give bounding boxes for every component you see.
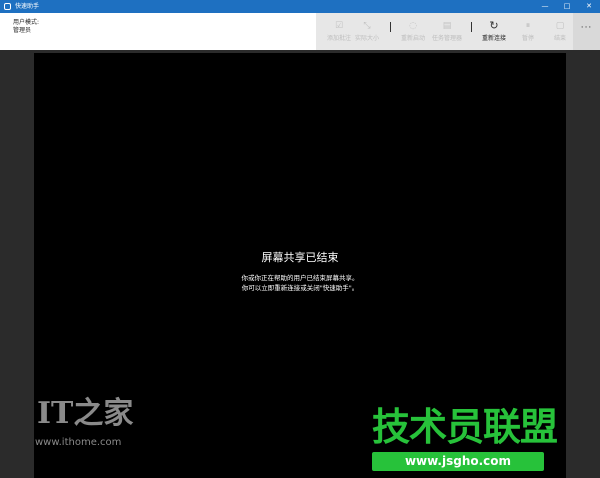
ithome-site-watermark: www.ithome.com xyxy=(35,437,122,448)
annotate-icon: ☑ xyxy=(334,21,344,31)
actual-size-icon: ⤡ xyxy=(363,21,371,31)
user-role: 管理员 xyxy=(13,27,32,34)
reconnect-icon: ↻ xyxy=(489,19,499,32)
task-manager-label: 任务管理器 xyxy=(431,35,462,42)
more-menu-area: ··· xyxy=(573,13,600,50)
end-button[interactable]: ▢ 结束 xyxy=(548,13,572,50)
maximize-button[interactable]: □ xyxy=(556,0,578,13)
end-label: 结束 xyxy=(553,35,566,42)
session-ended-title: 屏幕共享已结束 xyxy=(261,251,339,264)
minimize-button[interactable]: — xyxy=(534,0,556,13)
toolbar-separator xyxy=(390,22,391,32)
window-title: 快速助手 xyxy=(15,3,40,10)
session-ended-message-line2: 你可以立即重新连接或关闭"快速助手"。 xyxy=(241,284,359,292)
task-manager-button[interactable]: ▤ 任务管理器 xyxy=(424,13,470,50)
title-bar: 快速助手 — □ ✕ xyxy=(0,0,600,13)
end-icon: ▢ xyxy=(555,21,565,31)
close-button[interactable]: ✕ xyxy=(578,0,600,13)
pause-button[interactable]: ⏸ 暂停 xyxy=(516,13,540,50)
brand-logo: 技术员联盟 xyxy=(372,405,558,449)
reconnect-label: 重新连接 xyxy=(481,35,506,42)
brand-url-watermark: www.jsgho.com xyxy=(372,452,544,471)
pause-label: 暂停 xyxy=(521,35,534,42)
task-manager-icon: ▤ xyxy=(442,21,452,31)
session-ended-message-line1: 你或你正在帮助的用户已结束屏幕共享。 xyxy=(241,274,359,282)
pause-icon: ⏸ xyxy=(525,21,531,31)
toolbar-separator xyxy=(471,22,472,32)
actual-size-button[interactable]: ⤡ 实际大小 xyxy=(348,13,386,50)
restart-label: 重新启动 xyxy=(400,35,425,42)
app-icon xyxy=(4,3,11,10)
actual-size-label: 实际大小 xyxy=(354,35,379,42)
ithome-logo: IT之家 xyxy=(37,396,134,431)
toolbar: ☑ 添加批注 ⤡ 实际大小 ◌ 重新启动 ▤ 任务管理器 ↻ 重新连接 ⏸ 暂停… xyxy=(316,13,600,50)
more-options-icon[interactable]: ··· xyxy=(573,23,600,33)
restart-icon: ◌ xyxy=(409,21,417,31)
window-controls: — □ ✕ xyxy=(534,0,600,13)
user-info-panel: 用户模式: 管理员 xyxy=(0,13,316,50)
reconnect-button[interactable]: ↻ 重新连接 xyxy=(474,13,514,50)
